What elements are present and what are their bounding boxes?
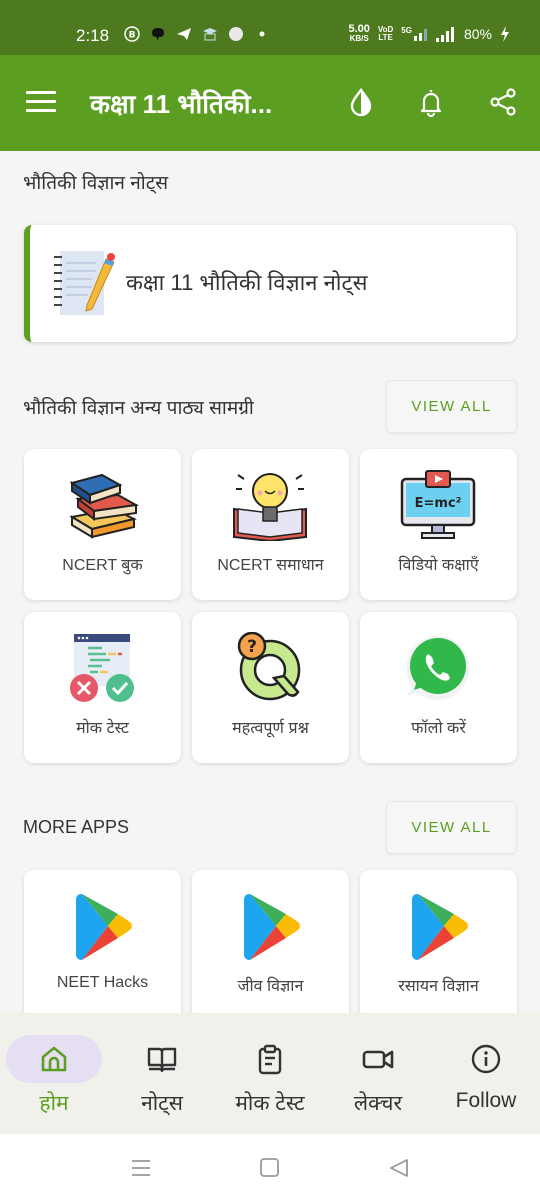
tile-label: मोक टेस्ट (76, 720, 129, 737)
home-button-icon[interactable] (259, 1157, 281, 1179)
question-icon: ? (237, 632, 301, 701)
tile-label: NEET Hacks (56, 974, 149, 991)
study-material-view-all-button[interactable]: VIEW ALL (386, 380, 517, 433)
tile-ncert-book[interactable]: NCERT बुक (24, 449, 181, 600)
tile-label: महत्वपूर्ण प्रश्न (232, 720, 309, 737)
home-icon (41, 1046, 67, 1072)
nav-label: मोक टेस्ट (235, 1092, 305, 1115)
tile-label: जीव विज्ञान (237, 978, 304, 995)
battery-percent: 80% (463, 25, 492, 42)
tile-label: फॉलो करें (411, 720, 466, 737)
mock-test-icon (70, 634, 134, 702)
status-bar: 2:18 B 5.00 KB/S VoD LTE 5G 80% (0, 0, 540, 55)
telegram-icon (177, 28, 191, 40)
notes-card-label: कक्षा 11 भौतिकी विज्ञान नोट्स (126, 270, 368, 295)
bell-icon[interactable] (414, 85, 448, 119)
play-store-icon (412, 894, 468, 960)
drop-icon[interactable] (344, 85, 378, 119)
page-title: कक्षा 11 भौतिकी... (90, 89, 273, 119)
book-open-icon (147, 1047, 177, 1073)
nav-label: नोट्स (141, 1092, 183, 1115)
nav-lecture[interactable]: लेक्चर (324, 1031, 432, 1121)
share-icon[interactable] (486, 85, 520, 119)
nav-label: Follow (455, 1089, 517, 1112)
tile-label: विडियो कक्षाएँ (398, 557, 479, 574)
more-apps-view-all-button[interactable]: VIEW ALL (386, 801, 517, 854)
signal-5g: 5G (401, 26, 428, 41)
app-tile-chemistry[interactable]: रसायन विज्ञान (360, 870, 517, 1013)
tile-video-classes[interactable]: E=mc² विडियो कक्षाएँ (360, 449, 517, 600)
svg-text:E=mc²: E=mc² (415, 496, 462, 511)
play-store-icon (76, 894, 132, 960)
svg-text:?: ? (247, 637, 257, 657)
app-round-icon (229, 27, 243, 41)
app-tile-biology[interactable]: जीव विज्ञान (192, 870, 349, 1013)
bottom-navigation: होम नोट्स मोक टेस्ट लेक्चर Follow (0, 1013, 540, 1134)
notebook-pencil-icon (54, 251, 115, 315)
dot-icon (259, 31, 265, 37)
tile-label: NCERT समाधान (217, 557, 324, 574)
system-indicators: 5.00 KB/S VoD LTE 5G 80% (348, 24, 510, 43)
tile-label: NCERT बुक (62, 557, 143, 574)
play-store-icon (244, 894, 300, 960)
app-bar: कक्षा 11 भौतिकी... (0, 55, 540, 151)
status-time: 2:18 (76, 26, 110, 45)
notification-icons: B (124, 26, 270, 42)
notes-card[interactable]: कक्षा 11 भौतिकी विज्ञान नोट्स (24, 225, 516, 342)
education-icon (203, 28, 217, 41)
nav-label: होम (39, 1092, 69, 1115)
tile-follow-whatsapp[interactable]: फॉलो करें (360, 612, 517, 763)
recent-apps-icon[interactable] (130, 1158, 152, 1178)
business-chat-icon: B (124, 26, 140, 42)
hamburger-icon[interactable] (26, 91, 56, 113)
bulb-book-icon (233, 473, 307, 541)
info-icon (471, 1044, 501, 1074)
more-apps-title: MORE APPS (23, 817, 130, 837)
charging-icon (501, 25, 509, 42)
tile-ncert-solutions[interactable]: NCERT समाधान (192, 449, 349, 600)
study-material-title: भौतिकी विज्ञान अन्य पाठ्य सामग्री (23, 398, 254, 419)
nav-follow[interactable]: Follow (432, 1031, 540, 1121)
tile-mock-test[interactable]: मोक टेस्ट (24, 612, 181, 763)
video-camera-icon (362, 1050, 394, 1069)
books-icon (69, 473, 140, 539)
clipboard-icon (258, 1044, 282, 1075)
main-content[interactable]: भौतिकी विज्ञान नोट्स कक्षा 11 भौतिकी विज… (0, 151, 540, 1013)
nav-home[interactable]: होम (0, 1031, 108, 1121)
tile-label: रसायन विज्ञान (398, 978, 479, 995)
svg-text:B: B (129, 31, 136, 41)
system-navigation-bar (0, 1134, 540, 1200)
notes-section-title: भौतिकी विज्ञान नोट्स (23, 173, 169, 194)
volte-indicator: VoD LTE (377, 24, 394, 42)
signal-bars-icon (413, 28, 427, 41)
tile-important-questions[interactable]: ? महत्वपूर्ण प्रश्न (192, 612, 349, 763)
app-tile-neet-hacks[interactable]: NEET Hacks (24, 870, 181, 1013)
back-icon[interactable] (388, 1157, 410, 1179)
nav-label: लेक्चर (353, 1092, 403, 1115)
nav-mock-test[interactable]: मोक टेस्ट (216, 1031, 324, 1121)
signal-bars-icon (435, 26, 454, 42)
chat-bubble-icon (152, 28, 164, 41)
video-monitor-icon: E=mc² (400, 470, 476, 539)
whatsapp-icon (406, 636, 470, 700)
net-speed: 5.00 KB/S (348, 23, 370, 43)
nav-notes[interactable]: नोट्स (108, 1031, 216, 1121)
